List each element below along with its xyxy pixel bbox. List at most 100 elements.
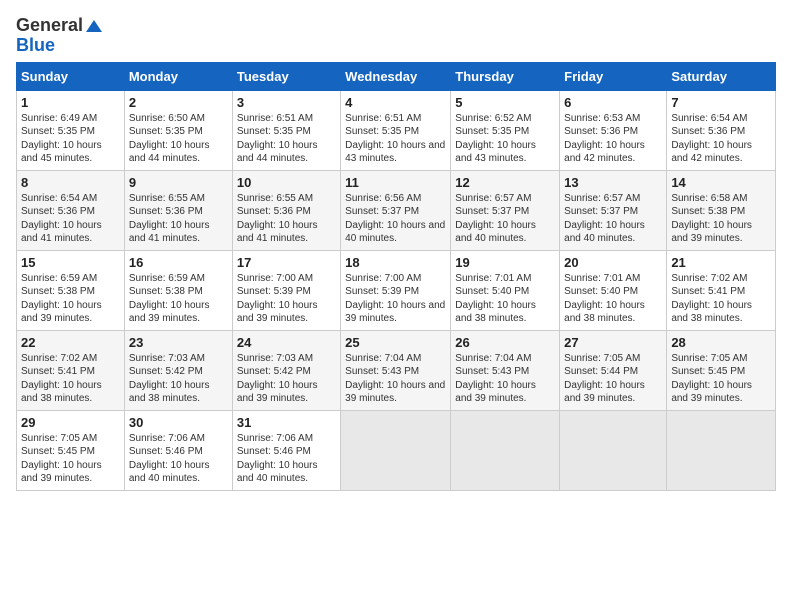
calendar-cell: 26 Sunrise: 7:04 AMSunset: 5:43 PMDayligh… <box>451 330 560 410</box>
calendar-cell: 30 Sunrise: 7:06 AMSunset: 5:46 PMDayligh… <box>124 410 232 490</box>
day-number: 5 <box>455 95 555 110</box>
day-info: Sunrise: 7:03 AMSunset: 5:42 PMDaylight:… <box>237 352 336 406</box>
calendar-week-row: 29 Sunrise: 7:05 AMSunset: 5:45 PMDayligh… <box>17 410 776 490</box>
day-info: Sunrise: 6:51 AMSunset: 5:35 PMDaylight:… <box>237 112 336 166</box>
day-info: Sunrise: 6:58 AMSunset: 5:38 PMDaylight:… <box>671 192 771 246</box>
day-info: Sunrise: 6:55 AMSunset: 5:36 PMDaylight:… <box>129 192 228 246</box>
calendar-cell: 16 Sunrise: 6:59 AMSunset: 5:38 PMDayligh… <box>124 250 232 330</box>
day-info: Sunrise: 6:59 AMSunset: 5:38 PMDaylight:… <box>129 272 228 326</box>
day-number: 29 <box>21 415 120 430</box>
day-info: Sunrise: 7:02 AMSunset: 5:41 PMDaylight:… <box>21 352 120 406</box>
day-info: Sunrise: 7:02 AMSunset: 5:41 PMDaylight:… <box>671 272 771 326</box>
calendar-cell: 15Sunrise: 6:59 AMSunset: 5:38 PMDayligh… <box>17 250 125 330</box>
day-info: Sunrise: 6:57 AMSunset: 5:37 PMDaylight:… <box>564 192 662 246</box>
calendar-cell: 17 Sunrise: 7:00 AMSunset: 5:39 PMDayligh… <box>232 250 340 330</box>
day-number: 19 <box>455 255 555 270</box>
day-number: 30 <box>129 415 228 430</box>
day-info: Sunrise: 7:04 AMSunset: 5:43 PMDaylight:… <box>455 352 555 406</box>
day-info: Sunrise: 7:04 AMSunset: 5:43 PMDaylight:… <box>345 352 446 406</box>
weekday-header-row: SundayMondayTuesdayWednesdayThursdayFrid… <box>17 62 776 90</box>
day-number: 8 <box>21 175 120 190</box>
calendar-cell: 13 Sunrise: 6:57 AMSunset: 5:37 PMDayligh… <box>560 170 667 250</box>
day-info: Sunrise: 7:00 AMSunset: 5:39 PMDaylight:… <box>237 272 336 326</box>
day-number: 28 <box>671 335 771 350</box>
calendar-cell: 8 Sunrise: 6:54 AMSunset: 5:36 PMDaylight… <box>17 170 125 250</box>
logo-text-line1: General <box>16 16 102 36</box>
weekday-header-wednesday: Wednesday <box>341 62 451 90</box>
calendar-cell: 12 Sunrise: 6:57 AMSunset: 5:37 PMDayligh… <box>451 170 560 250</box>
day-number: 7 <box>671 95 771 110</box>
day-info: Sunrise: 7:05 AMSunset: 5:45 PMDaylight:… <box>21 432 120 486</box>
day-info: Sunrise: 7:05 AMSunset: 5:45 PMDaylight:… <box>671 352 771 406</box>
calendar-cell: 4 Sunrise: 6:51 AMSunset: 5:35 PMDaylight… <box>341 90 451 170</box>
calendar-cell: 18Sunrise: 7:00 AMSunset: 5:39 PMDayligh… <box>341 250 451 330</box>
calendar-cell <box>560 410 667 490</box>
day-number: 27 <box>564 335 662 350</box>
calendar-cell: 27 Sunrise: 7:05 AMSunset: 5:44 PMDayligh… <box>560 330 667 410</box>
day-info: Sunrise: 6:52 AMSunset: 5:35 PMDaylight:… <box>455 112 555 166</box>
day-number: 24 <box>237 335 336 350</box>
logo: General Blue <box>16 16 102 56</box>
day-number: 25 <box>345 335 446 350</box>
day-number: 9 <box>129 175 228 190</box>
day-number: 12 <box>455 175 555 190</box>
day-info: Sunrise: 7:01 AMSunset: 5:40 PMDaylight:… <box>455 272 555 326</box>
day-number: 22 <box>21 335 120 350</box>
day-number: 15 <box>21 255 120 270</box>
calendar-cell: 3 Sunrise: 6:51 AMSunset: 5:35 PMDaylight… <box>232 90 340 170</box>
calendar-cell: 11Sunrise: 6:56 AMSunset: 5:37 PMDayligh… <box>341 170 451 250</box>
weekday-header-sunday: Sunday <box>17 62 125 90</box>
calendar-cell: 24 Sunrise: 7:03 AMSunset: 5:42 PMDayligh… <box>232 330 340 410</box>
day-info: Sunrise: 6:54 AMSunset: 5:36 PMDaylight:… <box>21 192 120 246</box>
day-info: Sunrise: 6:56 AMSunset: 5:37 PMDaylight:… <box>345 192 446 246</box>
day-number: 6 <box>564 95 662 110</box>
calendar-cell <box>451 410 560 490</box>
day-info: Sunrise: 6:50 AMSunset: 5:35 PMDaylight:… <box>129 112 228 166</box>
calendar-cell: 25 Sunrise: 7:04 AMSunset: 5:43 PMDayligh… <box>341 330 451 410</box>
weekday-header-tuesday: Tuesday <box>232 62 340 90</box>
day-info: Sunrise: 7:05 AMSunset: 5:44 PMDaylight:… <box>564 352 662 406</box>
day-number: 17 <box>237 255 336 270</box>
day-info: Sunrise: 7:06 AMSunset: 5:46 PMDaylight:… <box>129 432 228 486</box>
calendar-week-row: 15 Sunrise: 6:59 AMSunset: 5:38 PMDayligh… <box>17 250 776 330</box>
day-number: 31 <box>237 415 336 430</box>
calendar-week-row: 22 Sunrise: 7:02 AMSunset: 5:41 PMDayligh… <box>17 330 776 410</box>
day-info: Sunrise: 7:01 AMSunset: 5:40 PMDaylight:… <box>564 272 662 326</box>
logo-text-line2: Blue <box>16 36 55 56</box>
day-info: Sunrise: 7:03 AMSunset: 5:42 PMDaylight:… <box>129 352 228 406</box>
weekday-header-friday: Friday <box>560 62 667 90</box>
day-number: 4 <box>345 95 446 110</box>
calendar-cell: 2 Sunrise: 6:50 AMSunset: 5:35 PMDaylight… <box>124 90 232 170</box>
calendar-cell <box>667 410 776 490</box>
calendar-week-row: 8 Sunrise: 6:54 AMSunset: 5:36 PMDaylight… <box>17 170 776 250</box>
day-number: 26 <box>455 335 555 350</box>
day-number: 23 <box>129 335 228 350</box>
calendar-week-row: 1Sunrise: 6:49 AMSunset: 5:35 PMDaylight… <box>17 90 776 170</box>
page-header: General Blue <box>16 16 776 56</box>
day-info: Sunrise: 6:53 AMSunset: 5:36 PMDaylight:… <box>564 112 662 166</box>
day-number: 16 <box>129 255 228 270</box>
day-number: 21 <box>671 255 771 270</box>
calendar-cell: 9 Sunrise: 6:55 AMSunset: 5:36 PMDaylight… <box>124 170 232 250</box>
day-info: Sunrise: 6:51 AMSunset: 5:35 PMDaylight:… <box>345 112 446 166</box>
day-info: Sunrise: 7:06 AMSunset: 5:46 PMDaylight:… <box>237 432 336 486</box>
day-info: Sunrise: 6:49 AMSunset: 5:35 PMDaylight:… <box>21 112 120 166</box>
calendar-cell: 22 Sunrise: 7:02 AMSunset: 5:41 PMDayligh… <box>17 330 125 410</box>
day-info: Sunrise: 6:57 AMSunset: 5:37 PMDaylight:… <box>455 192 555 246</box>
calendar-cell: 28 Sunrise: 7:05 AMSunset: 5:45 PMDayligh… <box>667 330 776 410</box>
calendar-cell: 10 Sunrise: 6:55 AMSunset: 5:36 PMDayligh… <box>232 170 340 250</box>
day-info: Sunrise: 6:55 AMSunset: 5:36 PMDaylight:… <box>237 192 336 246</box>
day-number: 2 <box>129 95 228 110</box>
calendar-cell: 21 Sunrise: 7:02 AMSunset: 5:41 PMDayligh… <box>667 250 776 330</box>
day-number: 13 <box>564 175 662 190</box>
day-number: 10 <box>237 175 336 190</box>
calendar-cell: 1Sunrise: 6:49 AMSunset: 5:35 PMDaylight… <box>17 90 125 170</box>
weekday-header-saturday: Saturday <box>667 62 776 90</box>
calendar-cell: 23 Sunrise: 7:03 AMSunset: 5:42 PMDayligh… <box>124 330 232 410</box>
calendar-cell: 7 Sunrise: 6:54 AMSunset: 5:36 PMDaylight… <box>667 90 776 170</box>
day-number: 3 <box>237 95 336 110</box>
calendar-cell: 6 Sunrise: 6:53 AMSunset: 5:36 PMDaylight… <box>560 90 667 170</box>
day-info: Sunrise: 6:54 AMSunset: 5:36 PMDaylight:… <box>671 112 771 166</box>
calendar-cell <box>341 410 451 490</box>
calendar-cell: 20Sunrise: 7:01 AMSunset: 5:40 PMDayligh… <box>560 250 667 330</box>
